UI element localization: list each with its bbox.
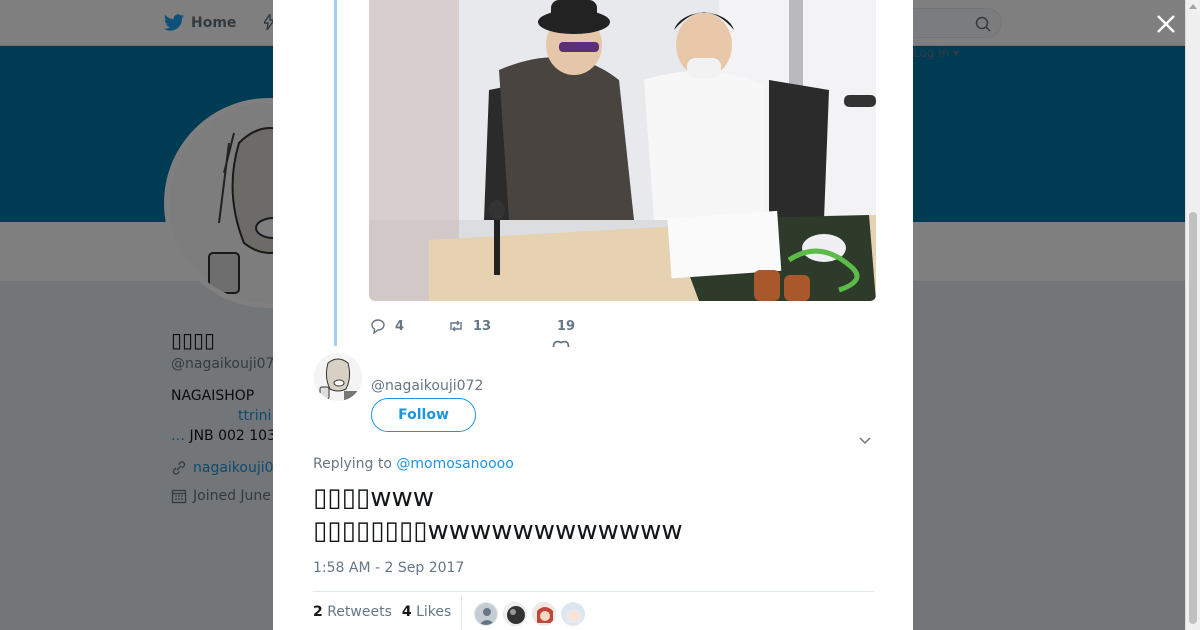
reply-button[interactable]: 4: [369, 317, 447, 335]
divider: [313, 591, 874, 592]
tweet-timestamp[interactable]: 1:58 AM - 2 Sep 2017: [313, 560, 464, 576]
reply-icon: [371, 319, 385, 335]
replying-to-link[interactable]: @momosanoooo: [396, 456, 513, 472]
tweet-text-line1: ▯▯▯▯www: [313, 483, 435, 513]
likes-label: Likes: [416, 604, 452, 620]
chevron-down-icon[interactable]: [858, 434, 872, 448]
likes-count: 4: [401, 604, 412, 620]
liker-avatar[interactable]: [474, 602, 498, 626]
scroll-up-arrow-icon[interactable]: [1189, 3, 1197, 9]
reply-author-avatar[interactable]: [314, 353, 362, 401]
tweet-stats: 2 Retweets 4 Likes: [313, 604, 451, 620]
retweets-count: 2: [313, 604, 323, 620]
follow-button[interactable]: Follow: [371, 398, 476, 432]
likes-stat[interactable]: 4 Likes: [402, 604, 451, 620]
scrollbar-thumb[interactable]: [1189, 212, 1197, 624]
retweet-count: 13: [473, 318, 492, 334]
replying-to: Replying to @momosanoooo: [313, 456, 514, 472]
stats-separator: [461, 596, 462, 630]
likers-avatars: [474, 602, 585, 626]
scrollbar[interactable]: [1185, 0, 1200, 630]
tweet-actions: 4 13 19: [369, 314, 576, 347]
reply-tweet-text: ▯▯▯▯www ▯▯▯▯▯▯▯▯wwwwwwwwwwww: [313, 482, 683, 548]
retweets-stat[interactable]: 2 Retweets: [313, 604, 392, 620]
close-icon[interactable]: [1154, 12, 1178, 36]
liker-avatar[interactable]: [561, 602, 585, 626]
tweet-photo[interactable]: [369, 0, 876, 301]
tweet-modal: 4 13 19 @nagaikouji072 Follow Replying t…: [273, 0, 913, 630]
retweets-label: Retweets: [327, 604, 392, 620]
retweet-icon: [450, 320, 462, 332]
liker-avatar[interactable]: [532, 602, 556, 626]
like-count: 19: [557, 318, 576, 334]
reply-count: 4: [395, 318, 405, 334]
conversation-thread-line: [334, 0, 337, 346]
heart-icon: [552, 340, 570, 347]
tweet-text-line2: ▯▯▯▯▯▯▯▯wwwwwwwwwwww: [313, 516, 683, 546]
liker-avatar[interactable]: [503, 602, 527, 626]
like-button[interactable]: 19: [552, 318, 576, 347]
retweet-button[interactable]: 13: [447, 317, 557, 335]
replying-prefix: Replying to: [313, 456, 397, 472]
reply-author-handle[interactable]: @nagaikouji072: [371, 378, 483, 394]
